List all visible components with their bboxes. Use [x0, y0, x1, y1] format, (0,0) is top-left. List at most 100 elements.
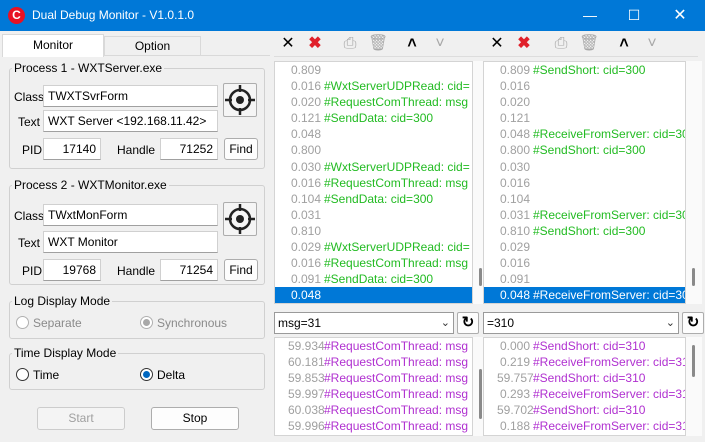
control-panel: Monitor Option Process 1 - WXTServer.exe…: [0, 31, 272, 442]
log-row[interactable]: 0.031: [275, 207, 472, 223]
pane2-log-list[interactable]: 0.809 #SendShort: cid=300 0.016 0.020 0.121 0…: [483, 61, 686, 304]
log-row[interactable]: 0.121 #SendData: cid=300: [275, 110, 472, 126]
log-row[interactable]: 59.757#SendShort: cid=310: [484, 370, 685, 386]
log-row[interactable]: 0.000 #SendShort: cid=310: [484, 338, 685, 354]
scroll-thumb[interactable]: [479, 268, 482, 286]
clear-icon[interactable]: ✕: [278, 34, 298, 54]
process1-handle-field[interactable]: 71252: [160, 138, 218, 160]
log-row[interactable]: 0.293 #ReceiveFromServer: cid=310: [484, 386, 685, 402]
start-button[interactable]: Start: [37, 407, 125, 430]
synchronous-label: Synchronous: [157, 316, 228, 330]
process2-text-field[interactable]: WXT Monitor: [43, 231, 218, 253]
log-row[interactable]: 59.702#SendShort: cid=310: [484, 402, 685, 418]
tab-monitor[interactable]: Monitor: [2, 34, 104, 57]
process1-text-field[interactable]: WXT Server <192.168.11.42>: [43, 110, 218, 132]
log-row[interactable]: 0.810: [275, 223, 472, 239]
log-row[interactable]: 0.809 #SendShort: cid=300: [484, 62, 685, 78]
process1-pid-field[interactable]: 17140: [43, 138, 101, 160]
log-row[interactable]: 0.016 #WxtServerUDPRead: cid=: [275, 78, 472, 94]
pane2-filter-list[interactable]: 0.000 #SendShort: cid=310 0.219 #ReceiveFro…: [483, 337, 686, 436]
tab-option[interactable]: Option: [104, 36, 201, 56]
pane2-log-scrollbar[interactable]: [686, 61, 702, 304]
pane1-filter-list[interactable]: 59.934#RequestComThread: msg 60.181#Reque…: [274, 337, 473, 436]
process2-crosshair-finder[interactable]: [223, 202, 257, 236]
log-row[interactable]: 0.800: [275, 142, 472, 158]
process2-class-field[interactable]: TWxtMonForm: [43, 204, 218, 226]
log-row[interactable]: 0.020 #RequestComThread: msg: [275, 94, 472, 110]
log-delta-time: 0.091: [290, 272, 321, 287]
log-row[interactable]: 59.996#RequestComThread: msg: [275, 418, 472, 434]
log-row[interactable]: 60.181#RequestComThread: msg: [275, 354, 472, 370]
pane1-filter-combo[interactable]: msg=31 ⌄: [274, 312, 454, 334]
log-row[interactable]: 0.188 #ReceiveFromServer: cid=310: [484, 418, 685, 434]
scroll-bottom-icon[interactable]: ˅: [642, 34, 662, 54]
scroll-bottom-icon[interactable]: ˅: [430, 34, 450, 54]
print-icon[interactable]: ⎙: [340, 34, 360, 54]
log-row[interactable]: 0.016 #RequestComThread: msg: [275, 255, 472, 271]
scroll-thumb[interactable]: [692, 345, 695, 377]
log-row[interactable]: 0.809: [275, 62, 472, 78]
log-row[interactable]: 0.030 #WxtServerUDPRead: cid=: [275, 159, 472, 175]
log-delta-time: 59.853: [288, 371, 325, 386]
pane1-log-list[interactable]: 0.809 0.016 #WxtServerUDPRead: cid= 0.020 #R…: [274, 61, 473, 304]
scroll-top-icon[interactable]: ˄: [402, 34, 422, 54]
process1-class-field[interactable]: TWXTSvrForm: [43, 85, 218, 107]
log-delta-time: 60.038: [288, 403, 325, 418]
log-row[interactable]: 59.997#RequestComThread: msg: [275, 386, 472, 402]
pane2-filter-combo[interactable]: =310 ⌄: [483, 312, 679, 334]
trash-icon[interactable]: 🗑︎: [368, 34, 388, 54]
scroll-thumb[interactable]: [479, 369, 482, 419]
log-row[interactable]: 0.810 #SendShort: cid=300: [484, 223, 685, 239]
log-row[interactable]: 0.029: [484, 239, 685, 255]
log-row[interactable]: 60.038#RequestComThread: msg: [275, 402, 472, 418]
log-row[interactable]: 0.091 #SendData: cid=300: [275, 271, 472, 287]
trash-icon[interactable]: 🗑︎: [579, 34, 599, 54]
log-row[interactable]: 0.020: [484, 94, 685, 110]
log-row[interactable]: 0.800 #SendShort: cid=300: [484, 142, 685, 158]
log-row[interactable]: 0.219 #ReceiveFromServer: cid=310: [484, 354, 685, 370]
separate-radio[interactable]: Separate: [16, 316, 82, 332]
process2-pid-field[interactable]: 19768: [43, 259, 101, 281]
log-row[interactable]: 0.031 #ReceiveFromServer: cid=300: [484, 207, 685, 223]
process2-find-button[interactable]: Find: [224, 259, 258, 281]
log-row[interactable]: 0.048: [275, 287, 472, 303]
log-row[interactable]: 0.048 #ReceiveFromServer: cid=300: [484, 126, 685, 142]
minimize-icon[interactable]: —: [567, 0, 613, 31]
log-row[interactable]: 0.104: [484, 191, 685, 207]
pane2-filter-scrollbar[interactable]: [686, 337, 702, 436]
clear-icon[interactable]: ✕: [487, 34, 507, 54]
log-row[interactable]: 0.104 #SendData: cid=300: [275, 191, 472, 207]
close-icon[interactable]: ✕: [657, 0, 703, 31]
log-row[interactable]: 0.016: [484, 78, 685, 94]
delete-red-icon[interactable]: ✖: [514, 34, 534, 54]
log-row[interactable]: 59.934#RequestComThread: msg: [275, 338, 472, 354]
stop-button[interactable]: Stop: [151, 407, 239, 430]
process1-crosshair-finder[interactable]: [223, 83, 257, 117]
log-row[interactable]: 0.016: [484, 175, 685, 191]
log-row[interactable]: 0.121: [484, 110, 685, 126]
process1-handle-label: Handle: [117, 143, 156, 157]
scroll-top-icon[interactable]: ˄: [614, 34, 634, 54]
log-delta-time: 0.809: [290, 63, 321, 77]
log-row[interactable]: 0.091: [484, 271, 685, 287]
log-row[interactable]: 0.016 #RequestComThread: msg: [275, 175, 472, 191]
log-row[interactable]: 0.016: [484, 255, 685, 271]
print-icon[interactable]: ⎙: [551, 34, 571, 54]
pane2-refresh-button[interactable]: ↻: [682, 312, 704, 334]
process1-find-button[interactable]: Find: [224, 138, 258, 160]
process2-handle-field[interactable]: 71254: [160, 259, 218, 281]
delta-radio[interactable]: Delta: [140, 368, 185, 384]
delete-red-icon[interactable]: ✖: [305, 34, 325, 54]
log-row[interactable]: 0.030: [484, 159, 685, 175]
synchronous-radio[interactable]: Synchronous: [140, 316, 227, 332]
time-radio[interactable]: Time: [16, 368, 59, 384]
log-row[interactable]: 59.853#RequestComThread: msg: [275, 370, 472, 386]
log-row[interactable]: 0.048: [275, 126, 472, 142]
scroll-thumb[interactable]: [692, 268, 695, 286]
maximize-icon[interactable]: ☐: [611, 0, 657, 31]
log-row[interactable]: 0.048 #ReceiveFromServer: cid=300: [484, 287, 685, 303]
log-message: #RequestComThread: msg: [324, 403, 469, 418]
log-row[interactable]: 0.029 #WxtServerUDPRead: cid=: [275, 239, 472, 255]
pane1-refresh-button[interactable]: ↻: [457, 312, 479, 334]
crosshair-icon: [225, 204, 255, 234]
